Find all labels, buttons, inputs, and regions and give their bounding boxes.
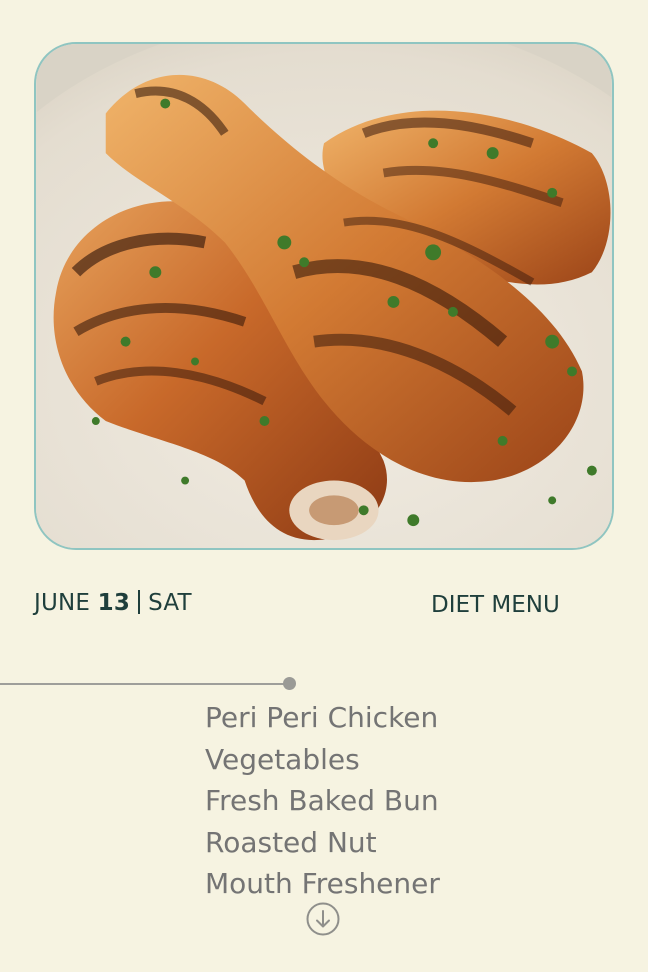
menu-title: DIET MENU [431, 592, 560, 618]
date-day: 13 [97, 590, 131, 616]
menu-item: Mouth Freshener [205, 867, 440, 900]
menu-item: Fresh Baked Bun [205, 784, 439, 817]
date-month: JUNE [34, 590, 91, 616]
divider-line [0, 683, 288, 685]
menu-item: Peri Peri Chicken [205, 701, 439, 734]
menu-item: Vegetables [205, 742, 360, 776]
arrow-down-circle-icon[interactable] [306, 902, 340, 936]
food-photo [34, 42, 614, 550]
date-separator [138, 590, 141, 614]
date-weekday: SAT [148, 590, 192, 616]
divider-dot [283, 677, 296, 690]
menu-list: Peri Peri Chicken Vegetables Fresh Baked… [205, 697, 440, 905]
menu-item: Roasted Nut [205, 825, 377, 859]
date-label: JUNE 13 SAT [34, 590, 192, 616]
